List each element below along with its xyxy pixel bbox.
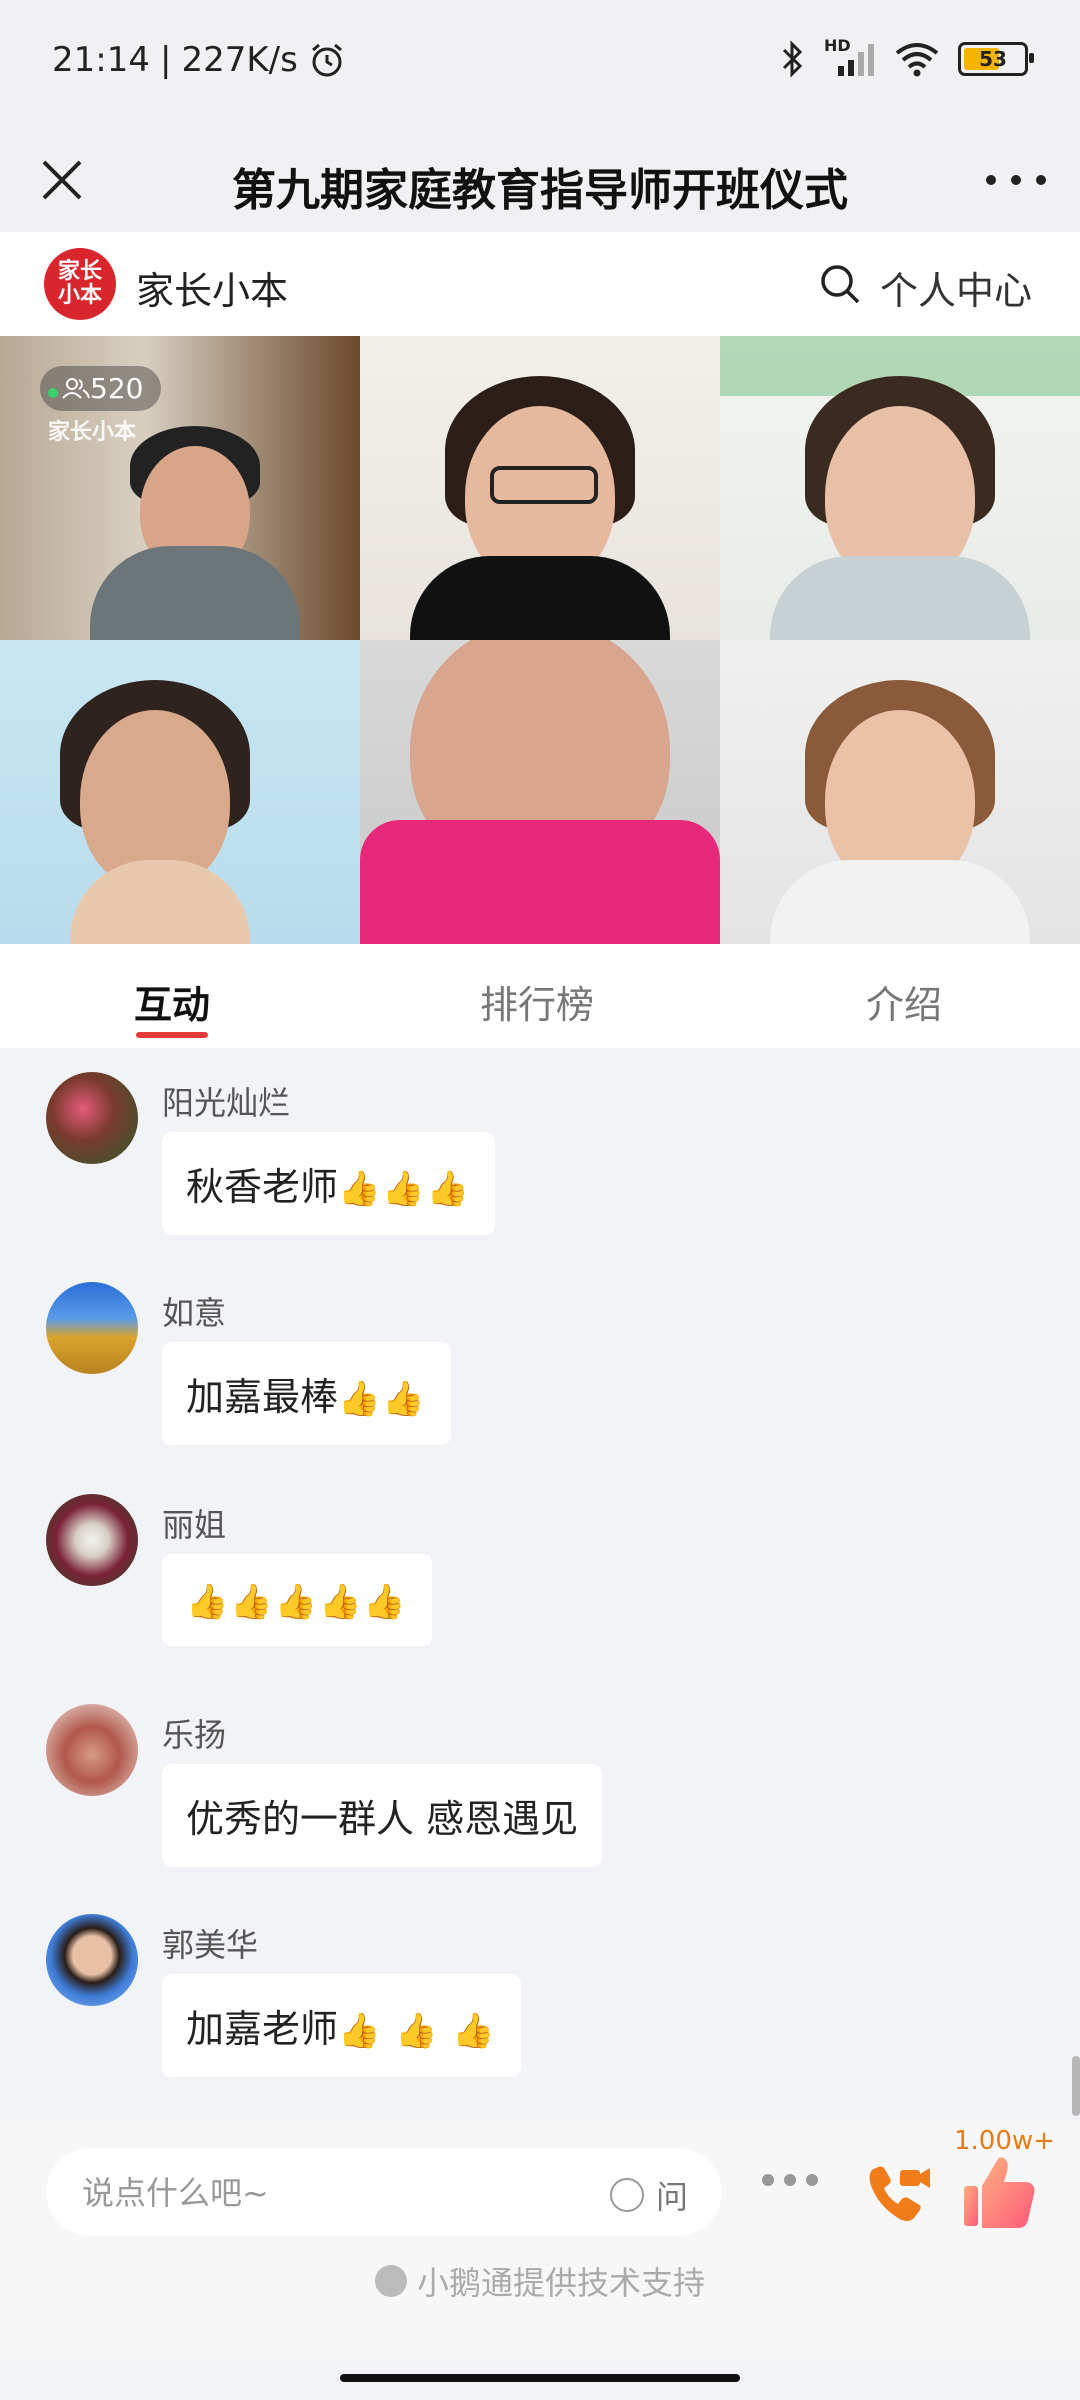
brand-bar: 家长 小本 家长小本 个人中心: [0, 232, 1080, 336]
thumbs-up-emoji: 👍👍: [338, 1379, 427, 1419]
message-bubble: 秋香老师👍👍👍: [162, 1132, 496, 1235]
video-call-icon[interactable]: [862, 2160, 932, 2230]
avatar[interactable]: [46, 1072, 138, 1164]
page-title: 第九期家庭教育指导师开班仪式: [232, 165, 848, 216]
scrollbar[interactable]: [1072, 2056, 1080, 2116]
network-speed: 227K/s: [181, 40, 298, 80]
tab-bar: 互动 排行榜 介绍: [0, 944, 1080, 1048]
message-username: 郭美华: [162, 1926, 259, 1964]
title-bar: 第九期家庭教育指导师开班仪式: [0, 130, 1080, 232]
comment-input[interactable]: [80, 2148, 584, 2238]
bluetooth-icon: [782, 40, 803, 78]
thumbs-up-emoji: 👍 👍 👍: [338, 2011, 497, 2051]
video-tile-4[interactable]: [0, 640, 360, 944]
ask-radio[interactable]: [609, 2178, 644, 2212]
viewer-count-badge: 520: [40, 366, 162, 411]
video-tile-2[interactable]: [360, 336, 720, 640]
video-tile-1[interactable]: 520 家长小本: [0, 336, 360, 640]
message-text: 优秀的一群人 感恩遇见: [186, 1797, 579, 1841]
input-bar: 问 1.00w+ 小鹅通提供技术支持: [0, 2120, 1080, 2360]
message-item: 乐扬 优秀的一群人 感恩遇见: [0, 1680, 1080, 1890]
thumbs-up-emoji: 👍👍👍: [338, 1169, 472, 1209]
status-time: 21:14: [52, 40, 150, 80]
message-text: 加嘉最棒: [186, 1375, 339, 1419]
message-text: 加嘉老师: [186, 2007, 339, 2051]
message-item: 阳光灿烂 秋香老师👍👍👍: [0, 1048, 1080, 1258]
viewer-count: 520: [90, 372, 144, 405]
message-username: 乐扬: [162, 1716, 227, 1754]
video-tile-6[interactable]: [720, 640, 1080, 944]
tab-ranking[interactable]: 排行榜: [480, 974, 594, 1029]
tab-intro[interactable]: 介绍: [866, 974, 942, 1029]
status-right: HD 53: [778, 36, 1034, 78]
support-text: 小鹅通提供技术支持: [416, 2264, 705, 2302]
avatar[interactable]: [46, 1494, 138, 1586]
signal-icon: HD: [824, 36, 876, 78]
logo-text: 家长 小本: [57, 259, 102, 308]
more-actions-icon[interactable]: [762, 2174, 818, 2186]
message-username: 丽姐: [162, 1506, 227, 1544]
message-bubble: 👍👍👍👍👍: [162, 1554, 432, 1646]
like-icon[interactable]: [962, 2152, 1038, 2232]
home-indicator[interactable]: [340, 2374, 740, 2382]
avatar[interactable]: [46, 1704, 138, 1796]
message-item: 郭美华 加嘉老师👍 👍 👍: [0, 1890, 1080, 2100]
message-bubble: 加嘉最棒👍👍: [162, 1342, 451, 1445]
video-tile-3[interactable]: [720, 336, 1080, 640]
brand-name[interactable]: 家长小本: [136, 260, 288, 315]
message-text: 秋香老师: [186, 1165, 339, 1209]
wifi-icon: [895, 43, 939, 77]
comment-input-box[interactable]: 问: [46, 2148, 722, 2238]
people-icon: [62, 378, 90, 399]
avatar[interactable]: [46, 1914, 138, 2006]
battery-level: 53: [979, 47, 1007, 71]
message-item: 丽姐 👍👍👍👍👍: [0, 1470, 1080, 1680]
message-username: 如意: [162, 1294, 227, 1332]
ask-label: 问: [655, 2178, 688, 2216]
video-watermark: 家长小本: [48, 420, 137, 445]
video-tile-5[interactable]: [360, 640, 720, 944]
message-list[interactable]: 阳光灿烂 秋香老师👍👍👍 如意 加嘉最棒👍👍 丽姐 👍👍👍👍👍 乐扬 优秀的一群…: [0, 1048, 1080, 2120]
active-tab-indicator: [136, 1032, 208, 1038]
battery-icon: 53: [958, 42, 1034, 76]
status-separator: |: [159, 40, 172, 80]
message-item: 如意 加嘉最棒👍👍: [0, 1258, 1080, 1468]
more-options-icon[interactable]: [986, 160, 1046, 200]
message-username: 阳光灿烂: [162, 1084, 291, 1122]
tech-support-notice: 小鹅通提供技术支持: [0, 2258, 1080, 2304]
brand-logo[interactable]: 家长 小本: [44, 248, 116, 320]
avatar[interactable]: [46, 1282, 138, 1374]
ask-toggle[interactable]: 问: [609, 2172, 688, 2218]
message-bubble: 加嘉老师👍 👍 👍: [162, 1974, 521, 2077]
thumbs-up-emoji: 👍👍👍👍👍: [186, 1582, 408, 1622]
search-icon[interactable]: [818, 262, 862, 306]
tab-interaction[interactable]: 互动: [134, 974, 210, 1029]
status-bar: 21:14 | 227K/s HD 53: [0, 0, 1080, 130]
status-left: 21:14 | 227K/s: [52, 40, 346, 80]
message-bubble: 优秀的一群人 感恩遇见: [162, 1764, 603, 1867]
alarm-icon: [311, 43, 342, 77]
xiaoetong-logo-icon: [374, 2265, 407, 2297]
live-dot: [48, 388, 58, 398]
video-grid: 520 家长小本: [0, 336, 1080, 944]
personal-center-link[interactable]: 个人中心: [880, 260, 1032, 315]
